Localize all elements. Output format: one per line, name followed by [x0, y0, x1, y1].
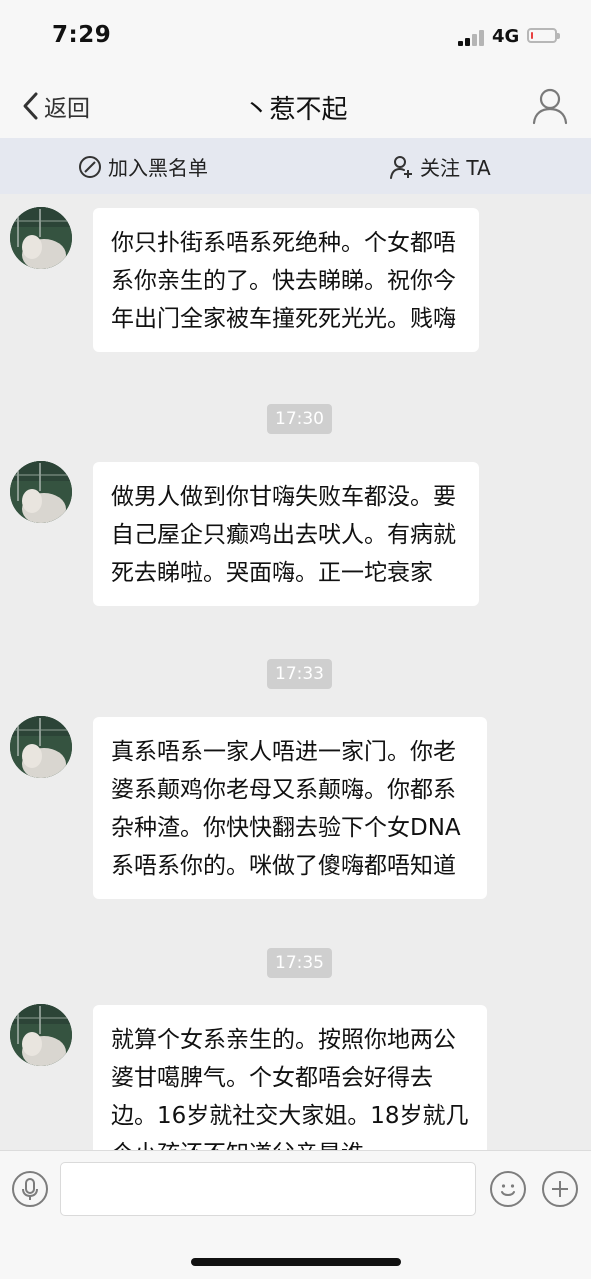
avatar[interactable]	[10, 716, 72, 778]
avatar-image	[10, 716, 72, 778]
network-type: 4G	[492, 26, 520, 47]
smiley-icon	[501, 1184, 515, 1196]
emoji-button[interactable]	[490, 1171, 526, 1207]
avatar-image	[10, 1004, 72, 1066]
message-bubble[interactable]: 你只扑街系唔系死绝种。个女都唔系你亲生的了。快去睇睇。祝你今年出门全家被车撞死死…	[93, 208, 479, 352]
home-indicator[interactable]	[191, 1258, 401, 1266]
microphone-icon	[22, 1178, 38, 1200]
status-time: 7:29	[52, 22, 112, 48]
battery-icon	[527, 28, 560, 43]
nav-bar: 返回 丶惹不起	[0, 78, 591, 138]
message-input[interactable]	[60, 1162, 476, 1216]
person-icon	[532, 88, 568, 125]
profile-button[interactable]	[530, 86, 570, 126]
status-bar: 7:29 4G	[0, 0, 591, 78]
follow-label: 关注 TA	[420, 156, 491, 180]
signal-strength-icon	[458, 30, 488, 46]
avatar-image	[10, 461, 72, 523]
add-person-icon	[390, 155, 412, 179]
avatar[interactable]	[10, 1004, 72, 1066]
block-icon	[79, 155, 101, 178]
blacklist-button[interactable]: 加入黑名单	[78, 152, 208, 181]
message-bubble[interactable]: 做男人做到你甘嗨失败车都没。要自己屋企只癫鸡出去吠人。有病就死去睇啦。哭面嗨。正…	[93, 462, 479, 606]
timestamp: 17:30	[267, 404, 332, 434]
avatar-image	[10, 207, 72, 269]
avatar[interactable]	[10, 207, 72, 269]
plus-icon	[552, 1181, 568, 1197]
battery-level	[531, 32, 533, 39]
avatar[interactable]	[10, 461, 72, 523]
action-bar: 加入黑名单 关注 TA	[0, 138, 591, 194]
voice-button[interactable]	[12, 1171, 48, 1207]
message-bubble[interactable]: 就算个女系亲生的。按照你地两公婆甘噶脾气。个女都唔会好得去边。16岁就社交大家姐…	[93, 1005, 487, 1150]
page-title: 丶惹不起	[243, 95, 348, 125]
more-button[interactable]	[542, 1171, 578, 1207]
blacklist-label: 加入黑名单	[108, 156, 208, 180]
follow-button[interactable]: 关注 TA	[390, 152, 491, 181]
message-bubble[interactable]: 真系唔系一家人唔进一家门。你老婆系颠鸡你老母又系颠嗨。你都系杂种渣。你快快翻去验…	[93, 717, 487, 899]
chat-area[interactable]: 你只扑街系唔系死绝种。个女都唔系你亲生的了。快去睇睇。祝你今年出门全家被车撞死死…	[0, 194, 591, 1150]
timestamp: 17:33	[267, 659, 332, 689]
timestamp: 17:35	[267, 948, 332, 978]
